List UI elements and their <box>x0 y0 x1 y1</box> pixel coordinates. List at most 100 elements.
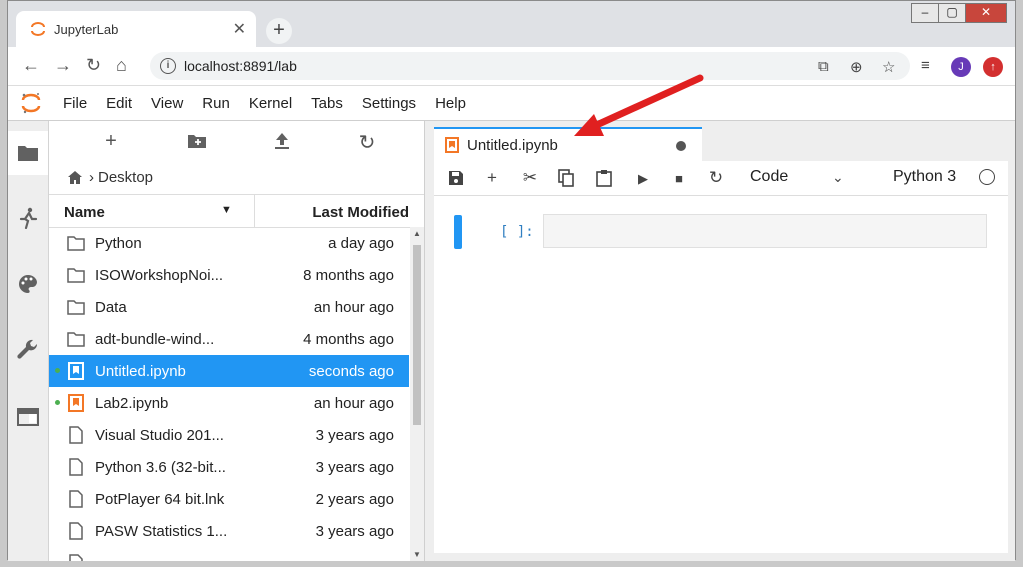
code-cell-input[interactable] <box>543 214 987 248</box>
kernel-name[interactable]: Python 3 <box>893 168 956 186</box>
file-row[interactable] <box>49 547 409 561</box>
new-launcher-icon[interactable]: + <box>99 130 123 153</box>
tabs-icon[interactable] <box>17 406 39 428</box>
copy-icon[interactable] <box>555 169 577 187</box>
jupyter-logo-icon <box>21 93 41 114</box>
stop-icon[interactable]: ■ <box>668 171 690 186</box>
menu-kernel[interactable]: Kernel <box>249 95 292 112</box>
file-row[interactable]: Lab2.ipynb an hour ago <box>49 387 409 419</box>
home-icon[interactable]: ⌂ <box>116 55 127 76</box>
scroll-down-icon[interactable]: ▼ <box>413 550 421 559</box>
file-list-header: Name ▼ Last Modified <box>49 194 424 228</box>
bookmark-star-icon[interactable]: ☆ <box>882 58 895 76</box>
folder-icon[interactable] <box>17 142 39 164</box>
address-bar[interactable]: i localhost:8891/lab ⧉ ⊕ ☆ <box>150 52 910 80</box>
left-sidebar <box>8 121 49 561</box>
file-name: ISOWorkshopNoi... <box>95 267 224 284</box>
tab-close-icon[interactable]: ✕ <box>233 19 246 39</box>
main-dock-area: Untitled.ipynb + ✂ ▶ ■ ↻ Code ⌄ Python 3… <box>425 121 1015 561</box>
menu-file[interactable]: File <box>63 95 87 112</box>
file-row[interactable]: Untitled.ipynb seconds ago <box>49 355 409 387</box>
breadcrumb-separator: › <box>89 169 94 186</box>
file-row[interactable]: Python 3.6 (32-bit... 3 years ago <box>49 451 409 483</box>
file-modified: a day ago <box>328 235 394 252</box>
site-info-icon[interactable]: i <box>160 58 176 74</box>
file-browser-panel: + ↻ › Desktop Name ▼ Last Modified Pytho… <box>49 121 425 561</box>
active-cell-marker[interactable] <box>454 215 462 249</box>
update-icon[interactable]: ↑ <box>983 57 1003 77</box>
file-icon <box>69 426 83 444</box>
running-indicator-icon <box>55 368 60 373</box>
cell-type-select[interactable]: Code <box>750 168 788 186</box>
file-modified: 8 months ago <box>303 267 394 284</box>
browser-tab-jupyterlab[interactable]: JupyterLab ✕ <box>16 11 256 47</box>
refresh-icon[interactable]: ↻ <box>355 130 379 155</box>
file-icon <box>69 490 83 508</box>
file-modified: 3 years ago <box>315 427 394 444</box>
back-arrow-icon[interactable]: ← <box>22 55 40 76</box>
zoom-icon[interactable]: ⊕ <box>850 58 863 76</box>
window-controls: – ▢ ✕ <box>911 3 1007 23</box>
profile-avatar[interactable]: J <box>951 57 971 77</box>
file-browser-toolbar: + ↻ <box>49 121 424 161</box>
file-modified: 3 years ago <box>315 523 394 540</box>
reload-icon[interactable]: ↻ <box>86 55 101 76</box>
file-row[interactable]: Data an hour ago <box>49 291 409 323</box>
maximize-button[interactable]: ▢ <box>938 3 966 23</box>
file-name: PotPlayer 64 bit.lnk <box>95 491 225 508</box>
menu-settings[interactable]: Settings <box>362 95 416 112</box>
forward-arrow-icon[interactable]: → <box>54 55 72 76</box>
menu-edit[interactable]: Edit <box>106 95 132 112</box>
folder-icon <box>67 236 85 251</box>
file-row[interactable]: PASW Statistics 1... 3 years ago <box>49 515 409 547</box>
upload-icon[interactable] <box>270 132 294 150</box>
notebook-tab[interactable]: Untitled.ipynb <box>434 127 702 161</box>
browser-tab-title: JupyterLab <box>54 22 119 37</box>
cut-icon[interactable]: ✂ <box>519 168 541 188</box>
file-list-scrollbar[interactable]: ▲ ▼ <box>410 227 424 561</box>
column-name-header[interactable]: Name <box>64 204 105 221</box>
menu-run[interactable]: Run <box>202 95 230 112</box>
cell-prompt: [ ]: <box>500 224 534 240</box>
running-icon[interactable] <box>17 207 39 229</box>
file-row[interactable]: ISOWorkshopNoi... 8 months ago <box>49 259 409 291</box>
notebook-icon <box>68 394 84 412</box>
browser-window: JupyterLab ✕ + – ▢ ✕ ← → ↻ ⌂ i localhost… <box>7 0 1016 561</box>
file-name: adt-bundle-wind... <box>95 331 215 348</box>
file-row[interactable]: adt-bundle-wind... 4 months ago <box>49 323 409 355</box>
home-crumb-icon[interactable] <box>67 170 83 185</box>
file-modified: 2 years ago <box>315 491 394 508</box>
restart-kernel-icon[interactable]: ↻ <box>705 168 727 188</box>
menu-help[interactable]: Help <box>435 95 466 112</box>
menu-tabs[interactable]: Tabs <box>311 95 343 112</box>
file-row[interactable]: PotPlayer 64 bit.lnk 2 years ago <box>49 483 409 515</box>
file-icon <box>69 522 83 540</box>
palette-icon[interactable] <box>17 273 39 295</box>
scroll-up-icon[interactable]: ▲ <box>413 229 421 238</box>
scroll-thumb[interactable] <box>413 245 421 425</box>
close-window-button[interactable]: ✕ <box>965 3 1007 23</box>
file-modified: 3 years ago <box>315 459 394 476</box>
save-icon[interactable] <box>445 170 467 186</box>
run-icon[interactable]: ▶ <box>632 171 654 187</box>
menu-view[interactable]: View <box>151 95 183 112</box>
column-modified-header[interactable]: Last Modified <box>312 204 409 221</box>
paste-icon[interactable] <box>593 169 615 187</box>
minimize-button[interactable]: – <box>911 3 939 23</box>
url-text[interactable]: localhost:8891/lab <box>184 58 297 74</box>
unsaved-dot-icon[interactable] <box>676 141 686 151</box>
new-tab-button[interactable]: + <box>266 18 292 44</box>
translate-icon[interactable]: ⧉ <box>818 58 829 75</box>
chevron-down-icon[interactable]: ⌄ <box>832 169 844 186</box>
media-controls-icon[interactable]: ≡ <box>921 57 930 74</box>
notebook-icon <box>445 137 459 153</box>
new-folder-icon[interactable] <box>185 133 209 149</box>
breadcrumb-desktop[interactable]: Desktop <box>98 169 153 186</box>
sort-caret-icon[interactable]: ▼ <box>221 204 232 216</box>
notebook-icon <box>68 362 84 380</box>
wrench-icon[interactable] <box>17 339 39 361</box>
file-row[interactable]: Python a day ago <box>49 227 409 259</box>
add-cell-icon[interactable]: + <box>481 168 503 188</box>
file-row[interactable]: Visual Studio 201... 3 years ago <box>49 419 409 451</box>
folder-icon <box>67 300 85 315</box>
